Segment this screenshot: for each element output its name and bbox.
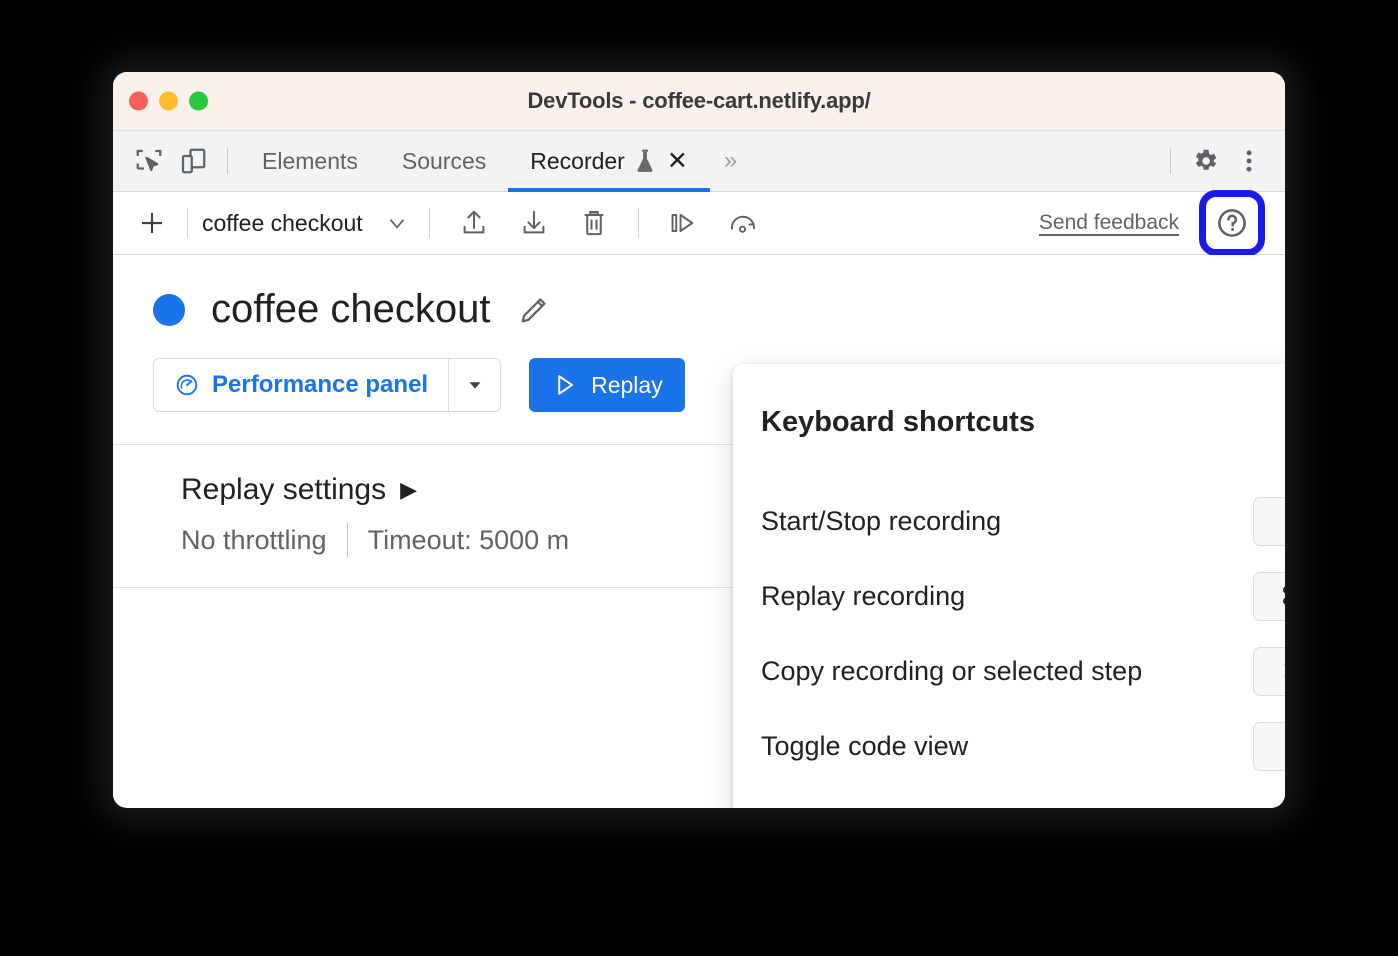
performance-panel-chevron-down-icon[interactable] <box>448 359 500 411</box>
devtools-window: DevTools - coffee-cart.netlify.app/ Elem… <box>113 72 1285 808</box>
close-window-button[interactable] <box>129 92 148 111</box>
replay-button-label: Replay <box>591 372 663 399</box>
shortcut-label: Copy recording or selected step <box>761 656 1142 687</box>
replay-settings-label: Replay settings <box>181 473 386 507</box>
traffic-lights <box>129 92 208 111</box>
tabbar-right-group <box>1158 139 1285 183</box>
tabbar-right-divider <box>1170 148 1171 174</box>
performance-panel-select[interactable]: Performance panel <box>153 358 501 412</box>
keyboard-shortcuts-help-button[interactable] <box>1199 190 1265 256</box>
add-recording-icon[interactable] <box>131 202 173 244</box>
recording-selector-label[interactable]: coffee checkout <box>202 210 363 237</box>
recorder-toolbar-right: Send feedback <box>1039 190 1285 256</box>
shortcut-row: Toggle code view ⌘ B <box>761 709 1285 784</box>
recording-title: coffee checkout <box>211 287 490 332</box>
performance-gauge-icon <box>174 372 200 398</box>
inspect-element-icon[interactable] <box>127 139 171 183</box>
devtools-tabbar: Elements Sources Recorder ✕ » <box>113 131 1285 192</box>
popover-title: Keyboard shortcuts <box>761 406 1035 439</box>
shortcut-list: Start/Stop recording ⌘ E Replay recordin… <box>733 484 1285 784</box>
export-recording-icon[interactable] <box>511 200 557 246</box>
tab-sources[interactable]: Sources <box>380 131 508 192</box>
recording-selector-chevron-down-icon[interactable] <box>379 205 415 241</box>
tab-recorder-label: Recorder <box>530 148 625 175</box>
performance-panel-label: Performance panel <box>212 371 428 399</box>
popover-header: Keyboard shortcuts ✕ <box>733 364 1285 439</box>
step-by-step-replay-icon[interactable] <box>660 200 706 246</box>
minimize-window-button[interactable] <box>159 92 178 111</box>
recording-header: coffee checkout <box>113 255 1285 332</box>
replay-play-icon <box>551 371 579 399</box>
summary-divider <box>347 523 348 557</box>
experimental-flask-icon <box>634 148 656 174</box>
performance-panel-main[interactable]: Performance panel <box>154 359 448 411</box>
more-options-icon[interactable] <box>1227 139 1271 183</box>
tab-elements-label: Elements <box>262 148 358 175</box>
shortcut-label: Toggle code view <box>761 731 968 762</box>
shortcut-row: Replay recording ⌘ ↩ <box>761 559 1285 634</box>
throttling-value: No throttling <box>181 525 327 556</box>
replay-settings-caret-icon: ▶ <box>400 477 417 503</box>
tab-sources-label: Sources <box>402 148 486 175</box>
tab-recorder-close-icon[interactable]: ✕ <box>667 149 688 174</box>
toolbar-divider-3 <box>638 208 639 238</box>
tabbar-divider <box>227 148 228 174</box>
shortcut-row: Start/Stop recording ⌘ E <box>761 484 1285 559</box>
delete-recording-icon[interactable] <box>571 200 617 246</box>
timeout-value: Timeout: 5000 m <box>368 525 570 556</box>
tab-recorder[interactable]: Recorder ✕ <box>508 131 710 192</box>
toolbar-divider-1 <box>187 208 188 238</box>
shortcut-label: Start/Stop recording <box>761 506 1001 537</box>
settings-gear-icon[interactable] <box>1183 139 1227 183</box>
recorder-toolbar: coffee checkout <box>113 192 1285 255</box>
shortcut-keys: ⌘ ↩ <box>1253 572 1285 621</box>
maximize-window-button[interactable] <box>189 92 208 111</box>
tab-overflow-icon[interactable]: » <box>710 147 748 175</box>
shortcut-row: Copy recording or selected step ⌘ C <box>761 634 1285 709</box>
device-toolbar-icon[interactable] <box>171 139 215 183</box>
shortcut-keys: ⌘ C <box>1253 647 1285 696</box>
tab-elements[interactable]: Elements <box>240 131 380 192</box>
help-question-icon <box>1214 205 1250 241</box>
replay-button[interactable]: Replay <box>529 358 685 412</box>
toolbar-divider-2 <box>429 208 430 238</box>
window-titlebar: DevTools - coffee-cart.netlify.app/ <box>113 72 1285 131</box>
import-recording-icon[interactable] <box>451 200 497 246</box>
replay-with-reload-icon[interactable] <box>720 200 766 246</box>
recording-status-dot <box>153 294 185 326</box>
keyboard-shortcuts-popover: Keyboard shortcuts ✕ Start/Stop recordin… <box>733 364 1285 808</box>
edit-title-pencil-icon[interactable] <box>516 292 552 328</box>
send-feedback-link[interactable]: Send feedback <box>1039 211 1179 235</box>
shortcut-keys: ⌘ B <box>1253 722 1285 771</box>
window-title: DevTools - coffee-cart.netlify.app/ <box>113 88 1285 114</box>
shortcut-keys: ⌘ E <box>1253 497 1285 546</box>
shortcut-label: Replay recording <box>761 581 965 612</box>
